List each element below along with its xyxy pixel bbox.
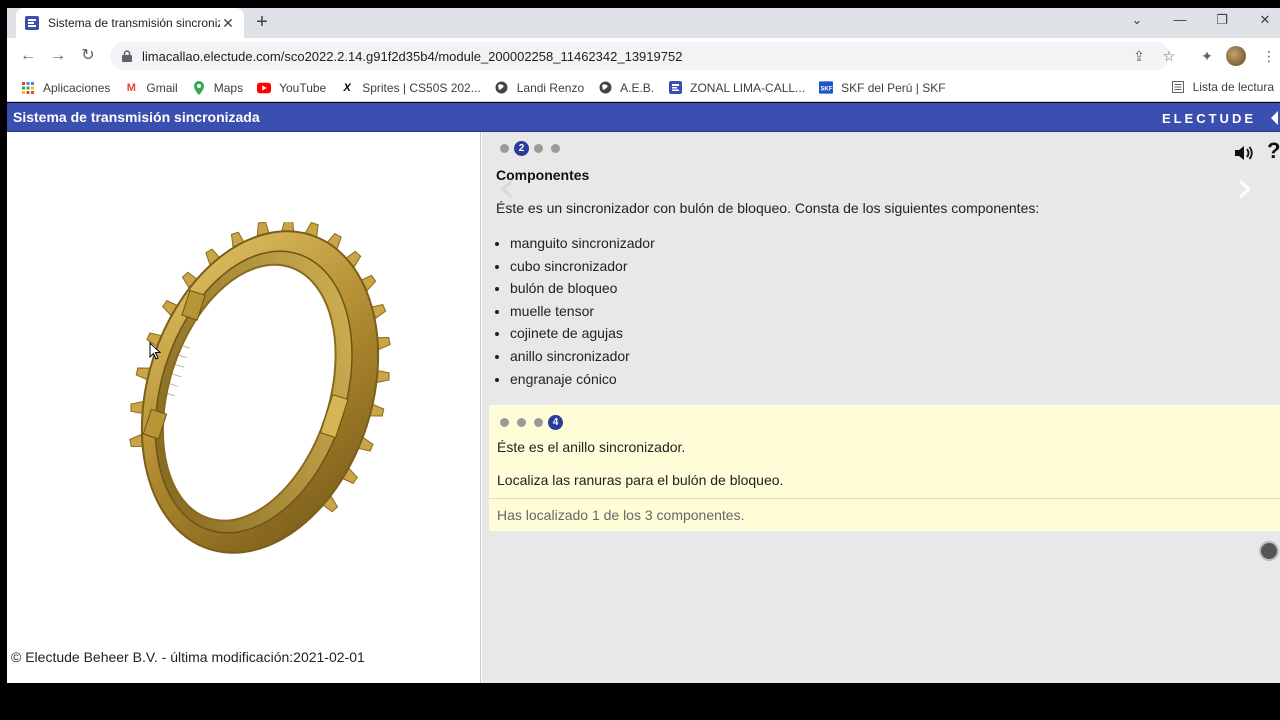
step-dot[interactable]: [534, 144, 543, 153]
reading-list-icon: [1171, 80, 1185, 94]
bookmark-label: Maps: [213, 80, 244, 95]
next-chevron-icon[interactable]: ›: [1236, 162, 1254, 213]
bookmark-label: Landi Renzo: [516, 80, 585, 95]
section-title: Componentes: [496, 167, 590, 183]
module-title: Sistema de transmisión sincronizada: [13, 109, 260, 125]
task-sentence: Éste es el anillo sincronizador.: [497, 439, 686, 455]
collapse-arrow-icon[interactable]: [1271, 111, 1278, 125]
reading-list[interactable]: Lista de lectura: [1171, 80, 1274, 94]
lock-icon: [122, 50, 132, 62]
extensions-icon[interactable]: ✦: [1198, 47, 1216, 65]
bookmark-label: SKF del Perú | SKF: [841, 80, 946, 95]
step-dot-active: 2: [514, 141, 529, 156]
content-panel: 2 ‹ › Componentes Éste es un sincronizad…: [482, 132, 1280, 683]
step-dot-active: 4: [548, 415, 563, 430]
task-panel: 4 Éste es el anillo sincronizador. Local…: [489, 405, 1280, 531]
mouse-cursor-icon: [149, 342, 161, 360]
close-tab-icon[interactable]: ✕: [220, 15, 236, 31]
bookmark-label: A.E.B.: [620, 80, 655, 95]
tab-title: Sistema de transmisión sincroniz: [48, 16, 220, 30]
youtube-icon: [257, 81, 272, 95]
synchronizer-ring-image[interactable]: [127, 222, 407, 562]
list-item: bulón de bloqueo: [510, 277, 655, 300]
back-icon[interactable]: ←: [18, 46, 38, 66]
step-dot[interactable]: [534, 418, 543, 427]
step-dot[interactable]: [517, 418, 526, 427]
bookmark-maps[interactable]: Maps: [192, 80, 244, 95]
globe-icon: [495, 81, 509, 95]
list-item: manguito sincronizador: [510, 232, 655, 255]
bookmark-label: ZONAL LIMA-CALL...: [690, 80, 806, 95]
minimize-icon[interactable]: —: [1170, 12, 1190, 27]
module-header: Sistema de transmisión sincronizada ELEC…: [7, 103, 1280, 132]
step-dot[interactable]: [500, 418, 509, 427]
task-status: Has localizado 1 de los 3 componentes.: [497, 507, 745, 523]
screen: Sistema de transmisión sincroniz ✕ + ⌄ —…: [0, 0, 1280, 720]
gmail-icon: M: [126, 81, 136, 94]
list-item: engranaje cónico: [510, 368, 655, 391]
bookmark-cs50[interactable]: X Sprites | CS50S 202...: [340, 81, 481, 95]
tab-search-icon[interactable]: ⌄: [1127, 12, 1147, 28]
forward-icon[interactable]: →: [48, 46, 68, 66]
bookmark-star-icon[interactable]: ☆: [1160, 47, 1178, 65]
bookmarks-bar: Aplicaciones M Gmail Maps YouTube X Spri…: [7, 74, 1280, 102]
image-panel: © Electude Beheer B.V. - última modifica…: [7, 132, 481, 683]
new-tab-icon[interactable]: +: [252, 12, 272, 33]
sound-icon[interactable]: [1234, 144, 1254, 162]
components-list: manguito sincronizador cubo sincronizado…: [510, 232, 655, 390]
step-dot[interactable]: [500, 144, 509, 153]
share-icon[interactable]: ⇪: [1130, 47, 1148, 65]
address-bar[interactable]: limacallao.electude.com/sco2022.2.14.g91…: [110, 42, 1170, 70]
bookmark-label: Aplicaciones: [43, 80, 111, 95]
list-item: anillo sincronizador: [510, 345, 655, 368]
list-item: muelle tensor: [510, 300, 655, 323]
bookmark-label: YouTube: [279, 80, 327, 95]
electude-icon: [668, 81, 682, 95]
cs50-icon: X: [343, 81, 351, 94]
bookmark-youtube[interactable]: YouTube: [257, 81, 326, 95]
bookmark-skf[interactable]: SKF SKF del Perú | SKF: [819, 81, 946, 95]
bookmark-apps[interactable]: Aplicaciones: [21, 81, 110, 95]
list-item: cubo sincronizador: [510, 255, 655, 278]
info-step-indicator: 2: [500, 141, 568, 156]
menu-kebab-icon[interactable]: ⋮: [1260, 47, 1278, 65]
url-text: limacallao.electude.com/sco2022.2.14.g91…: [142, 48, 683, 64]
copyright-text: © Electude Beheer B.V. - última modifica…: [11, 649, 365, 665]
maps-pin-icon: [192, 80, 206, 95]
restore-icon[interactable]: ❐: [1212, 12, 1232, 28]
comment-icon[interactable]: [1259, 541, 1279, 561]
bookmark-gmail[interactable]: M Gmail: [124, 80, 178, 95]
close-window-icon[interactable]: ✕: [1255, 12, 1275, 28]
intro-text: Éste es un sincronizador con bulón de bl…: [496, 200, 1040, 216]
divider: [489, 498, 1280, 499]
apps-grid-icon: [21, 81, 35, 95]
svg-text:SKF: SKF: [820, 86, 832, 92]
task-step-indicator: 4: [500, 415, 568, 430]
reload-icon[interactable]: ↻: [78, 46, 98, 66]
reading-list-label: Lista de lectura: [1192, 80, 1274, 94]
page-content: Sistema de transmisión sincronizada ELEC…: [7, 103, 1280, 683]
skf-icon: SKF: [819, 81, 834, 95]
globe-icon: [598, 81, 612, 95]
bookmark-aeb[interactable]: A.E.B.: [598, 81, 654, 95]
tab-strip: Sistema de transmisión sincroniz ✕ + ⌄ —…: [7, 8, 1280, 38]
step-dot[interactable]: [551, 144, 560, 153]
bookmark-label: Gmail: [146, 80, 178, 95]
bookmark-landi-renzo[interactable]: Landi Renzo: [495, 81, 584, 95]
bookmark-label: Sprites | CS50S 202...: [362, 80, 481, 95]
list-item: cojinete de agujas: [510, 322, 655, 345]
profile-avatar[interactable]: [1226, 46, 1246, 66]
browser-tab[interactable]: Sistema de transmisión sincroniz ✕: [16, 8, 244, 38]
electude-favicon-icon: [24, 15, 40, 31]
browser-toolbar: ← → ↻ limacallao.electude.com/sco2022.2.…: [7, 38, 1280, 74]
brand-logo: ELECTUDE: [1161, 111, 1256, 126]
bookmark-zonal-lima[interactable]: ZONAL LIMA-CALL...: [668, 81, 805, 95]
help-icon[interactable]: ?: [1267, 138, 1280, 164]
task-instruction: Localiza las ranuras para el bulón de bl…: [497, 472, 784, 488]
